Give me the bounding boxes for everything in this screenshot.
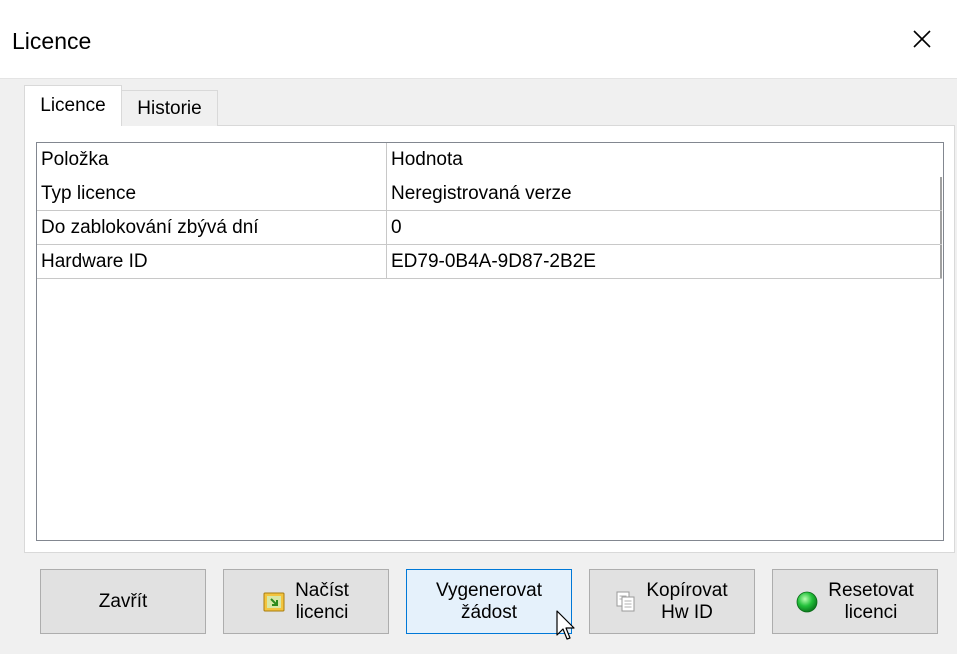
table-row[interactable]: Typ licence Neregistrovaná verze	[37, 177, 942, 211]
generate-request-button[interactable]: Vygenerovat žádost	[406, 569, 572, 634]
title-bar: Licence	[0, 0, 957, 79]
license-dialog: Licence Licence Historie Položka Hodnota…	[0, 0, 957, 654]
row-item-cell: Do zablokování zbývá dní	[37, 211, 387, 244]
tab-historie[interactable]: Historie	[121, 90, 218, 126]
load-license-button[interactable]: Načíst licenci	[223, 569, 389, 634]
close-button[interactable]: Zavřít	[40, 569, 206, 634]
license-info-grid[interactable]: Položka Hodnota Typ licence Neregistrova…	[36, 142, 944, 541]
row-item-cell: Typ licence	[37, 177, 387, 210]
reset-license-button[interactable]: Resetovat licenci	[772, 569, 938, 634]
column-header-value[interactable]: Hodnota	[387, 143, 942, 177]
tab-licence-label: Licence	[40, 95, 106, 116]
grid-header-row: Položka Hodnota	[37, 143, 942, 177]
window-title: Licence	[12, 28, 92, 54]
reset-license-label-line1: Resetovat	[828, 579, 914, 601]
row-value-cell: Neregistrovaná verze	[387, 177, 942, 210]
generate-request-label-line2: žádost	[461, 601, 517, 623]
tab-licence[interactable]: Licence	[24, 85, 122, 126]
reset-license-label-line2: licenci	[844, 601, 898, 623]
row-value-cell: 0	[387, 211, 942, 244]
green-status-icon	[796, 591, 818, 613]
copy-hw-id-label-line2: Hw ID	[661, 601, 713, 623]
row-item-cell: Hardware ID	[37, 245, 387, 278]
close-icon	[913, 30, 931, 48]
close-window-button[interactable]	[887, 0, 957, 78]
tab-historie-label: Historie	[137, 97, 202, 119]
copy-icon	[616, 591, 636, 613]
generate-request-label-line1: Vygenerovat	[436, 579, 542, 601]
row-value-cell: ED79-0B4A-9D87-2B2E	[387, 245, 942, 278]
load-license-label-line1: Načíst	[295, 579, 349, 601]
column-header-item[interactable]: Položka	[37, 143, 387, 177]
load-license-icon	[263, 591, 285, 613]
load-license-label-line2: licenci	[295, 601, 349, 623]
table-row[interactable]: Hardware ID ED79-0B4A-9D87-2B2E	[37, 245, 942, 279]
table-row[interactable]: Do zablokování zbývá dní 0	[37, 211, 942, 245]
copy-hw-id-button[interactable]: Kopírovat Hw ID	[589, 569, 755, 634]
copy-hw-id-label-line1: Kopírovat	[646, 579, 728, 601]
close-button-label: Zavřít	[98, 590, 148, 612]
